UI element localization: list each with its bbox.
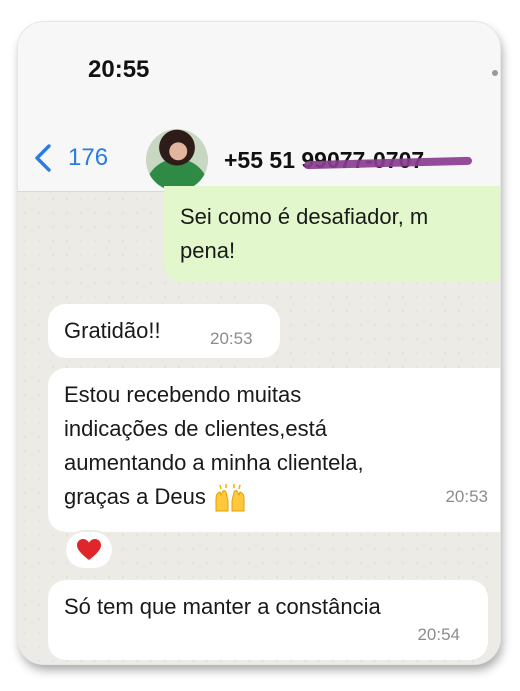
incoming-message[interactable]: Gratidão!! 20:53 — [48, 304, 280, 358]
message-text-content: Sei como é desafiador, m pena! — [180, 204, 429, 263]
incoming-message[interactable]: Estou recebendo muitas indicações de cli… — [48, 368, 500, 532]
message-time: 20:53 — [445, 487, 488, 506]
back-button[interactable]: 176 — [32, 143, 108, 173]
contact-avatar[interactable] — [146, 129, 208, 191]
status-time: 20:55 — [88, 56, 150, 83]
unread-count: 176 — [68, 144, 109, 171]
incoming-message[interactable]: Só tem que manter a constância 20:54 — [48, 580, 488, 660]
message-text: Gratidão!! — [64, 318, 161, 343]
outgoing-message[interactable]: Sei como é desafiador, m pena! — [164, 186, 500, 282]
status-bar: 20:55 — [18, 22, 500, 107]
message-time: 20:53 — [210, 329, 253, 348]
message-text: Estou recebendo muitas indicações de cli… — [64, 378, 464, 514]
message-text: Só tem que manter a constância — [64, 594, 381, 619]
chevron-left-icon — [35, 144, 51, 172]
message-text: Sei como é desafiador, m pena! — [180, 200, 428, 268]
status-indicator-icon — [492, 70, 498, 76]
message-reaction[interactable] — [66, 532, 112, 568]
raising-hands-icon — [215, 484, 245, 512]
phone-screenshot: 20:55 176 +55 51 99077-0707 Sei como é d… — [18, 22, 500, 664]
chat-header: 176 +55 51 99077-0707 — [18, 107, 500, 192]
heart-icon — [77, 539, 101, 560]
message-time: 20:54 — [417, 625, 460, 644]
chat-area[interactable]: Sei como é desafiador, m pena! Gratidão!… — [18, 186, 500, 664]
